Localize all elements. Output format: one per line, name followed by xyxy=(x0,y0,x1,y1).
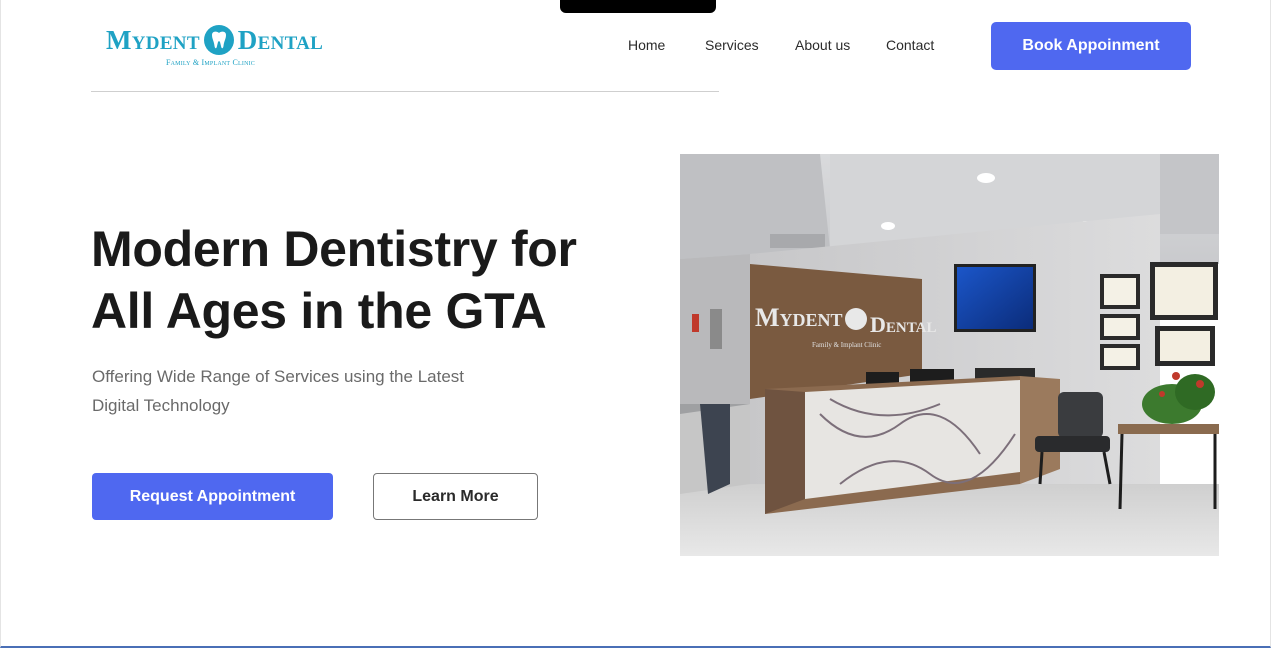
nav-item-about-us[interactable]: About us xyxy=(795,37,850,53)
logo-tagline: Family & Implant Clinic xyxy=(166,58,255,67)
hero-title-line-2: All Ages in the GTA xyxy=(91,283,547,339)
learn-more-button[interactable]: Learn More xyxy=(373,473,538,520)
page: Mydent Dental Family & Implant Clinic Ho… xyxy=(0,0,1271,648)
hero-subtitle-line-2: Digital Technology xyxy=(92,396,230,415)
hero-subtitle-line-1: Offering Wide Range of Services using th… xyxy=(92,367,464,386)
clinic-reception-photo: Mydent Dental Family & Implant Clinic xyxy=(680,154,1219,556)
hero-title-line-1: Modern Dentistry for xyxy=(91,221,577,277)
nav-item-services[interactable]: Services xyxy=(705,37,759,53)
camera-notch xyxy=(560,0,716,13)
photo-sign-left: Mydent xyxy=(755,303,843,332)
logo-word-right: Dental xyxy=(237,25,324,55)
request-appointment-button[interactable]: Request Appointment xyxy=(92,473,333,520)
nav-item-home[interactable]: Home xyxy=(628,37,665,53)
photo-sign-right: Dental xyxy=(870,312,936,337)
book-appointment-button[interactable]: Book Appoinment xyxy=(991,22,1191,70)
hero-title: Modern Dentistry for All Ages in the GTA xyxy=(91,218,651,342)
logo-word-left: Mydent xyxy=(106,25,200,55)
header-divider xyxy=(91,91,719,92)
nav-item-contact[interactable]: Contact xyxy=(886,37,934,53)
hero-subtitle: Offering Wide Range of Services using th… xyxy=(92,362,522,420)
photo-sign-tagline: Family & Implant Clinic xyxy=(812,341,881,349)
site-logo[interactable]: Mydent Dental Family & Implant Clinic xyxy=(106,22,324,70)
tooth-icon xyxy=(203,24,235,56)
